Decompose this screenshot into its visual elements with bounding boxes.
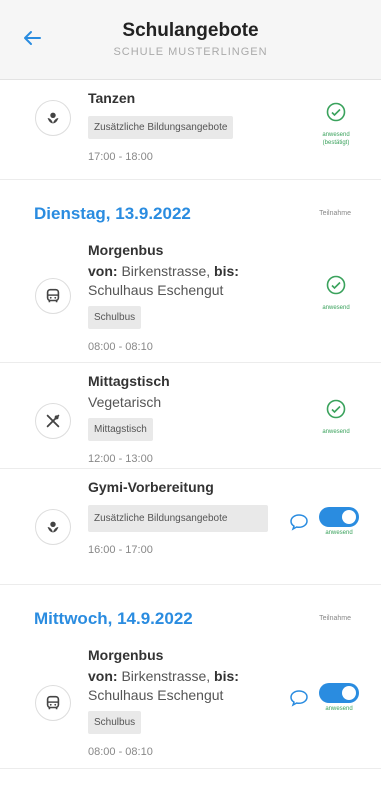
category-tag: Schulbus [88,711,142,734]
day-header-tuesday: Dienstag, 13.9.2022 Teilnahme [0,180,381,238]
route-from: von: Birkenstrasse, bis: [88,262,288,281]
check-circle-icon [326,275,346,295]
check-circle-icon [326,102,346,122]
page-title: Schulangebote [122,20,259,41]
chat-bubble-icon[interactable] [289,689,309,707]
time-range: 08:00 - 08:10 [88,746,153,758]
attendance-toggle-group: anwesend [319,683,359,712]
attendance-status: anwesend [313,275,359,312]
attendance-status: anwesend (bestätigt) [313,102,359,147]
route-to: Schulhaus Eschengut [88,687,224,703]
item-title: Morgenbus [88,242,164,258]
item-title: Mittagstisch [88,373,170,389]
app-header: Schulangebote SCHULE MUSTERLINGEN [0,0,381,80]
day-title: Mittwoch, 14.9.2022 [34,609,193,628]
time-range: 16:00 - 17:00 [88,544,153,556]
column-label: Teilnahme [319,615,351,622]
flower-icon [35,509,71,545]
item-title: Tanzen [88,90,136,106]
attendance-toggle[interactable] [319,683,359,703]
to-label: bis: [214,263,239,279]
item-title: Gymi-Vorbereitung [88,479,214,495]
list-item-morgenbus[interactable]: Morgenbus von: Birkenstrasse, bis: Schul… [0,238,381,363]
from-label: von: [88,668,118,684]
bus-icon [35,278,71,314]
from-value: Birkenstrasse, [121,263,211,279]
attendance-controls: anwesend [289,507,359,536]
category-tag: Zusätzliche Bildungsangebote [88,116,234,139]
status-label: anwesend [322,429,350,435]
attendance-controls: anwesend [289,683,359,712]
day-title: Dienstag, 13.9.2022 [34,204,191,223]
status-label: anwesend [322,132,350,138]
day-header-wednesday: Mittwoch, 14.9.2022 Teilnahme [0,585,381,643]
from-value: Birkenstrasse, [121,668,211,684]
list-item-tanzen[interactable]: Tanzen Zusätzliche Bildungsangebote 17:0… [0,80,381,180]
status-label: anwesend [322,305,350,311]
status-confirmed-label: (bestätigt) [322,140,350,146]
route-from: von: Birkenstrasse, bis: [88,667,288,686]
attendance-toggle[interactable] [319,507,359,527]
list-item-morgenbus[interactable]: Morgenbus von: Birkenstrasse, bis: Schul… [0,643,381,769]
time-range: 08:00 - 08:10 [88,341,153,353]
cutlery-icon [35,403,71,439]
item-title: Morgenbus [88,647,164,663]
page-subtitle: SCHULE MUSTERLINGEN [113,46,268,58]
back-arrow-icon[interactable] [20,26,44,50]
time-range: 17:00 - 18:00 [88,151,153,163]
chat-bubble-icon[interactable] [289,513,309,531]
category-tag: Schulbus [88,306,142,329]
column-label: Teilnahme [319,210,351,217]
bus-icon [35,685,71,721]
item-subtitle: Vegetarisch [88,394,162,410]
toggle-label: anwesend [325,530,353,536]
toggle-label: anwesend [325,706,353,712]
from-label: von: [88,263,118,279]
flower-icon [35,100,71,136]
attendance-toggle-group: anwesend [319,507,359,536]
category-tag: Mittagstisch [88,418,153,441]
to-label: bis: [214,668,239,684]
check-circle-icon [326,399,346,419]
list-item-mittagstisch[interactable]: Mittagstisch Vegetarisch Mittagstisch 12… [0,363,381,469]
time-range: 12:00 - 13:00 [88,453,153,465]
route-to: Schulhaus Eschengut [88,282,224,298]
category-tag: Zusätzliche Bildungsangebote [88,505,268,532]
list-item-gymi[interactable]: Gymi-Vorbereitung Zusätzliche Bildungsan… [0,469,381,585]
attendance-status: anwesend [313,399,359,436]
